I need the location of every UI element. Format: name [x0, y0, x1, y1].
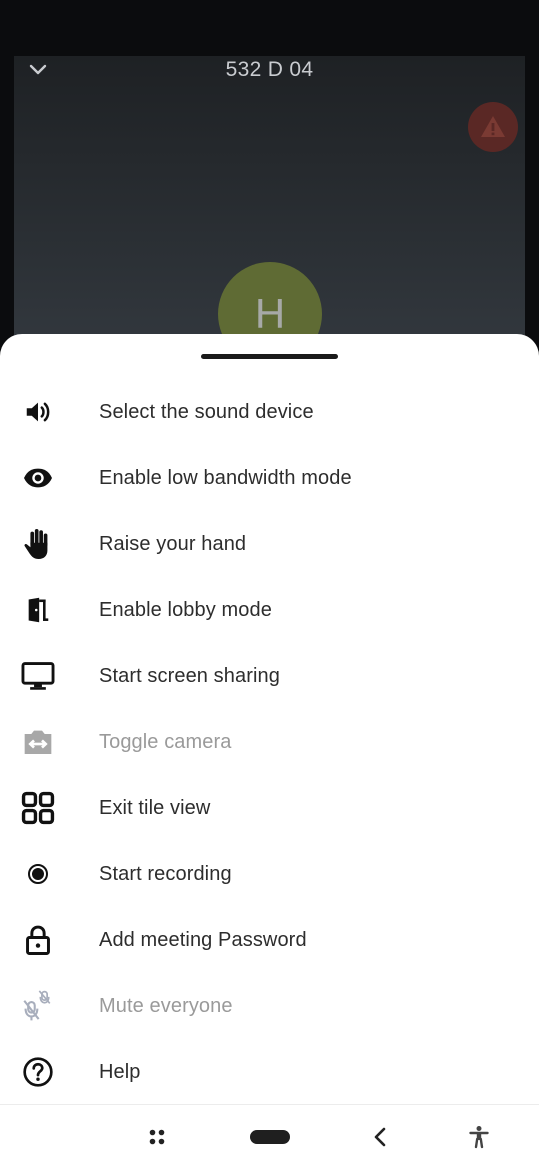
- menu-item-label: Mute everyone: [99, 994, 233, 1017]
- menu-item-label: Toggle camera: [99, 730, 232, 753]
- menu-item-label: Exit tile view: [99, 796, 211, 819]
- back-icon[interactable]: [366, 1123, 394, 1151]
- menu-item-screen-sharing[interactable]: Start screen sharing: [0, 643, 539, 709]
- menu-item-label: Help: [99, 1060, 141, 1083]
- sheet-drag-handle[interactable]: [201, 354, 338, 359]
- menu-item-label: Raise your hand: [99, 532, 247, 555]
- menu-item-label: Select the sound device: [99, 400, 314, 423]
- door-icon: [20, 592, 56, 628]
- lock-icon: [20, 922, 56, 958]
- record-icon: [20, 856, 56, 892]
- menu-item-low-bandwidth[interactable]: Enable low bandwidth mode: [0, 445, 539, 511]
- menu-item-raise-hand[interactable]: Raise your hand: [0, 511, 539, 577]
- screen: 532 D 04 H Select the sound device Enabl…: [0, 0, 539, 1168]
- system-nav-bar: [0, 1104, 539, 1168]
- menu-item-label: Enable lobby mode: [99, 598, 272, 621]
- eye-icon: [20, 460, 56, 496]
- monitor-icon: [20, 658, 56, 694]
- menu-item-help[interactable]: Help: [0, 1039, 539, 1105]
- help-icon: [20, 1054, 56, 1090]
- menu-item-label: Enable low bandwidth mode: [99, 466, 352, 489]
- menu-list: Select the sound device Enable low bandw…: [0, 379, 539, 1105]
- accessibility-icon[interactable]: [465, 1123, 493, 1151]
- menu-item-mute-everyone[interactable]: Mute everyone: [0, 973, 539, 1039]
- menu-item-lobby-mode[interactable]: Enable lobby mode: [0, 577, 539, 643]
- volume-icon: [20, 394, 56, 430]
- menu-item-toggle-camera[interactable]: Toggle camera: [0, 709, 539, 775]
- room-title: 532 D 04: [225, 58, 314, 81]
- menu-item-label: Start recording: [99, 862, 232, 885]
- camera-switch-icon: [20, 724, 56, 760]
- menu-item-meeting-password[interactable]: Add meeting Password: [0, 907, 539, 973]
- connection-warning[interactable]: [468, 102, 518, 152]
- mic-off-icon: [20, 988, 56, 1024]
- menu-item-label: Add meeting Password: [99, 928, 307, 951]
- menu-item-recording[interactable]: Start recording: [0, 841, 539, 907]
- hand-icon: [20, 526, 56, 562]
- menu-item-sound-device[interactable]: Select the sound device: [0, 379, 539, 445]
- overflow-menu-sheet: Select the sound device Enable low bandw…: [0, 334, 539, 1104]
- home-pill[interactable]: [250, 1130, 290, 1144]
- grid-icon: [20, 790, 56, 826]
- warning-icon: [481, 116, 505, 137]
- menu-item-tile-view[interactable]: Exit tile view: [0, 775, 539, 841]
- apps-icon[interactable]: [143, 1123, 171, 1151]
- menu-item-label: Start screen sharing: [99, 664, 280, 687]
